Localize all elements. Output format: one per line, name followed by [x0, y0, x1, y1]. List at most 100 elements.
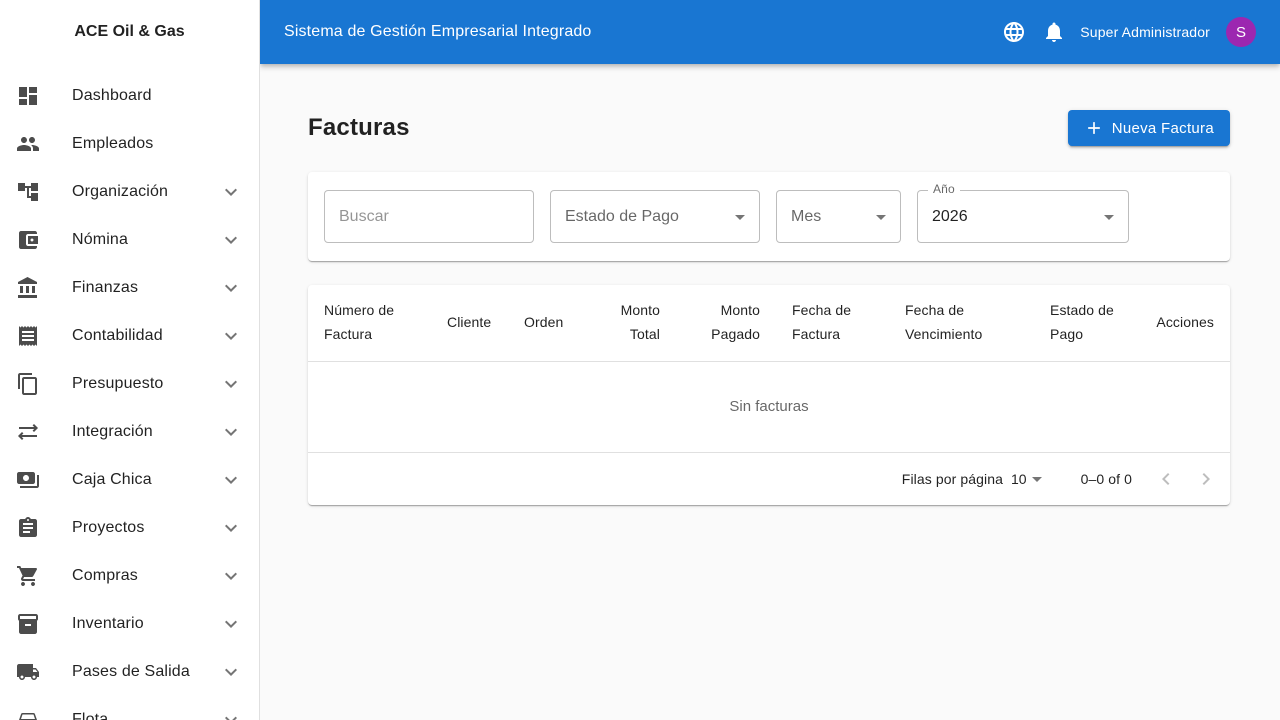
column-header-acciones: Acciones	[1139, 285, 1230, 361]
filters-card: Estado de Pago Mes Año 2026	[308, 172, 1230, 261]
plus-icon	[1084, 118, 1104, 138]
sidebar-item-empleados[interactable]: Empleados	[0, 120, 259, 168]
sidebar-item-label: Dashboard	[72, 87, 243, 105]
sidebar-item-integracion[interactable]: Integración	[0, 408, 259, 456]
bank-icon	[16, 276, 40, 300]
sidebar-item-presupuesto[interactable]: Presupuesto	[0, 360, 259, 408]
chevron-down-icon	[219, 180, 243, 204]
dropdown-arrow-icon	[1025, 467, 1049, 491]
chevron-down-icon	[219, 708, 243, 720]
sidebar-item-label: Finanzas	[72, 279, 219, 297]
page-title: Facturas	[308, 114, 410, 142]
clipboard-icon	[16, 516, 40, 540]
chevron-down-icon	[219, 276, 243, 300]
chevron-down-icon	[219, 660, 243, 684]
rows-per-page-select[interactable]: 10	[1011, 467, 1049, 491]
sidebar-nav: Dashboard Empleados Organización Nómina	[0, 64, 259, 720]
column-header-fecha-de-vencimiento: Fecha de Vencimiento	[889, 285, 1034, 361]
dashboard-icon	[16, 84, 40, 108]
anio-select[interactable]: Año 2026	[917, 190, 1129, 243]
notifications-button[interactable]	[1034, 12, 1074, 52]
sidebar-item-label: Proyectos	[72, 519, 219, 537]
chevron-down-icon	[219, 516, 243, 540]
rows-per-page-label: Filas por página	[902, 471, 1003, 487]
mes-select[interactable]: Mes	[776, 190, 901, 243]
main-content: Facturas Nueva Factura Estado de Pago Me…	[260, 0, 1280, 505]
wallet-icon	[16, 228, 40, 252]
dropdown-arrow-icon	[728, 205, 752, 229]
chevron-down-icon	[219, 228, 243, 252]
ledger-icon	[16, 324, 40, 348]
chevron-down-icon	[219, 372, 243, 396]
sidebar-item-contabilidad[interactable]: Contabilidad	[0, 312, 259, 360]
globe-icon	[1002, 20, 1026, 44]
sidebar-item-organizacion[interactable]: Organización	[0, 168, 259, 216]
avatar-initial: S	[1236, 24, 1246, 41]
sidebar-item-label: Organización	[72, 183, 219, 201]
new-invoice-button[interactable]: Nueva Factura	[1068, 110, 1230, 146]
sidebar-item-label: Presupuesto	[72, 375, 219, 393]
sidebar-item-pases-de-salida[interactable]: Pases de Salida	[0, 648, 259, 696]
chevron-down-icon	[219, 564, 243, 588]
car-icon	[16, 708, 40, 720]
page-head: Facturas Nueva Factura	[308, 110, 1230, 146]
next-page-button[interactable]	[1186, 459, 1226, 499]
sidebar: ACE Oil & Gas Dashboard Empleados Organi…	[0, 0, 260, 720]
sidebar-item-proyectos[interactable]: Proyectos	[0, 504, 259, 552]
app-header: Sistema de Gestión Empresarial Integrado…	[260, 0, 1280, 64]
user-name: Super Administrador	[1080, 24, 1210, 40]
chevron-down-icon	[219, 612, 243, 636]
copy-icon	[16, 372, 40, 396]
inventory-icon	[16, 612, 40, 636]
estado-de-pago-select[interactable]: Estado de Pago	[550, 190, 760, 243]
shopping-cart-icon	[16, 564, 40, 588]
chevron-left-icon	[1154, 467, 1178, 491]
column-header-estado-de-pago: Estado de Pago	[1034, 285, 1139, 361]
sidebar-item-nomina[interactable]: Nómina	[0, 216, 259, 264]
chevron-right-icon	[1194, 467, 1218, 491]
sidebar-item-caja-chica[interactable]: Caja Chica	[0, 456, 259, 504]
sidebar-item-label: Nómina	[72, 231, 219, 249]
payments-icon	[16, 468, 40, 492]
estado-de-pago-value: Estado de Pago	[565, 208, 679, 226]
sidebar-item-compras[interactable]: Compras	[0, 552, 259, 600]
search-input[interactable]	[325, 191, 533, 242]
pagination-range: 0–0 of 0	[1081, 471, 1132, 487]
column-header-monto-total: Monto Total	[586, 285, 676, 361]
empty-state-text: Sin facturas	[729, 398, 808, 415]
sidebar-item-label: Integración	[72, 423, 219, 441]
sidebar-item-label: Empleados	[72, 135, 243, 153]
sidebar-item-label: Flota	[72, 711, 219, 720]
previous-page-button[interactable]	[1146, 459, 1186, 499]
brand-label: ACE Oil & Gas	[74, 23, 184, 41]
column-header-orden: Orden	[508, 285, 586, 361]
anio-label: Año	[928, 182, 960, 197]
bell-icon	[1042, 20, 1066, 44]
sidebar-item-label: Inventario	[72, 615, 219, 633]
column-header-numero-de-factura: Número de Factura	[308, 285, 431, 361]
dropdown-arrow-icon	[1097, 205, 1121, 229]
brand: ACE Oil & Gas	[0, 0, 259, 64]
sidebar-item-label: Pases de Salida	[72, 663, 219, 681]
column-header-fecha-de-factura: Fecha de Factura	[776, 285, 889, 361]
chevron-down-icon	[219, 468, 243, 492]
avatar[interactable]: S	[1226, 17, 1256, 47]
search-field	[324, 190, 534, 243]
app-title: Sistema de Gestión Empresarial Integrado	[284, 23, 994, 41]
truck-icon	[16, 660, 40, 684]
pagination: Filas por página 10 0–0 of 0	[308, 453, 1230, 505]
invoices-table-card: Número de Factura Cliente Orden Monto To…	[308, 285, 1230, 505]
sidebar-item-inventario[interactable]: Inventario	[0, 600, 259, 648]
sidebar-item-dashboard[interactable]: Dashboard	[0, 72, 259, 120]
sidebar-item-flota[interactable]: Flota	[0, 696, 259, 720]
org-tree-icon	[16, 180, 40, 204]
new-invoice-button-label: Nueva Factura	[1112, 120, 1214, 137]
chevron-down-icon	[219, 324, 243, 348]
sync-arrows-icon	[16, 420, 40, 444]
anio-value: 2026	[932, 208, 968, 226]
sidebar-item-label: Compras	[72, 567, 219, 585]
language-button[interactable]	[994, 12, 1034, 52]
sidebar-item-finanzas[interactable]: Finanzas	[0, 264, 259, 312]
mes-value: Mes	[791, 208, 821, 226]
sidebar-item-label: Caja Chica	[72, 471, 219, 489]
